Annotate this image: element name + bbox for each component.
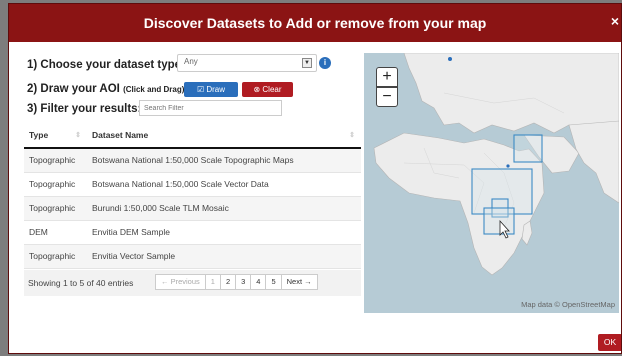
previous-page-button[interactable]: ← Previous <box>155 274 206 290</box>
modal-header: Discover Datasets to Add or remove from … <box>9 4 621 42</box>
zoom-out-button[interactable]: − <box>376 87 398 107</box>
table-row[interactable]: Topographic Botswana National 1:50,000 Sc… <box>24 172 361 197</box>
step-filter-label: 3) Filter your results: <box>27 103 142 115</box>
map-attribution: Map data © OpenStreetMap <box>521 300 615 309</box>
search-filter-input[interactable] <box>139 100 282 116</box>
table-row[interactable]: Topographic Botswana National 1:50,000 Sc… <box>24 148 361 173</box>
table-header-row: Type ⇕ Dataset Name ⇕ <box>24 122 361 149</box>
table-row[interactable]: Topographic Envitia Vector Sample <box>24 244 361 269</box>
datasets-table: Type ⇕ Dataset Name ⇕ Topographic Botswana … <box>24 122 361 269</box>
zoom-in-button[interactable]: + <box>376 67 398 87</box>
page-5-button[interactable]: 5 <box>265 274 282 290</box>
dataset-type-value: Any <box>184 57 198 66</box>
cell-type: Topographic <box>24 244 87 269</box>
landmass-asia <box>568 120 619 204</box>
next-page-button[interactable]: Next → <box>280 274 318 290</box>
chevron-down-icon[interactable]: ▼ <box>302 58 312 68</box>
dataset-type-select[interactable]: Any ▼ <box>177 54 317 72</box>
ok-button[interactable]: OK <box>598 334 621 351</box>
marker-horn <box>506 164 510 168</box>
cell-type: DEM <box>24 220 87 245</box>
cell-dataset-name: Botswana National 1:50,000 Scale Vector … <box>87 172 361 197</box>
step-draw-aoi-text: 2) Draw your AOI <box>27 83 120 95</box>
draw-button[interactable]: ☑ Draw <box>184 82 238 97</box>
cell-dataset-name: Botswana National 1:50,000 Scale Topogra… <box>87 148 361 173</box>
aoi-map[interactable]: + − Map data © OpenStreetMap <box>364 53 619 313</box>
table-footer: Showing 1 to 5 of 40 entries ← Previous … <box>24 270 361 296</box>
table-row[interactable]: DEM Envitia DEM Sample <box>24 220 361 245</box>
marker-top <box>448 57 452 61</box>
close-icon[interactable]: × <box>611 13 619 29</box>
info-icon[interactable]: i <box>319 57 331 69</box>
aoi-rect-horn <box>513 134 543 163</box>
cell-type: Topographic <box>24 196 87 221</box>
cell-type: Topographic <box>24 172 87 197</box>
sort-icon[interactable]: ⇕ <box>349 131 355 139</box>
cell-dataset-name: Burundi 1:50,000 Scale TLM Mosaic <box>87 196 361 221</box>
table-row[interactable]: Topographic Burundi 1:50,000 Scale TLM Mo… <box>24 196 361 221</box>
sort-icon[interactable]: ⇕ <box>75 131 81 139</box>
pagination: ← Previous 1 2 3 4 5 Next → <box>155 274 318 290</box>
map-canvas[interactable] <box>364 53 619 313</box>
pagination-info: Showing 1 to 5 of 40 entries <box>28 278 134 288</box>
column-header-dataset-name[interactable]: Dataset Name ⇕ <box>87 122 361 149</box>
cell-dataset-name: Envitia Vector Sample <box>87 244 361 269</box>
step-draw-aoi-label: 2) Draw your AOI (Click and Drag) <box>27 83 184 95</box>
aoi-rect-southern-lower <box>483 207 515 235</box>
column-header-name-label: Dataset Name <box>92 129 149 140</box>
cell-dataset-name: Envitia DEM Sample <box>87 220 361 245</box>
page-4-button[interactable]: 4 <box>250 274 267 290</box>
landmass-europe <box>403 53 619 134</box>
step-choose-type-label: 1) Choose your dataset type: <box>27 59 185 71</box>
column-header-type-label: Type <box>29 129 49 140</box>
page-1-button[interactable]: 1 <box>204 274 221 290</box>
page-2-button[interactable]: 2 <box>219 274 237 290</box>
page-3-button[interactable]: 3 <box>235 274 252 290</box>
modal-title: Discover Datasets to Add or remove from … <box>143 15 487 31</box>
discover-datasets-modal: Discover Datasets to Add or remove from … <box>8 3 622 354</box>
step-draw-aoi-note: (Click and Drag) <box>123 85 185 94</box>
column-header-type[interactable]: Type ⇕ <box>24 122 87 149</box>
clear-button[interactable]: ⊗ Clear <box>242 82 293 97</box>
cell-type: Topographic <box>24 148 87 173</box>
